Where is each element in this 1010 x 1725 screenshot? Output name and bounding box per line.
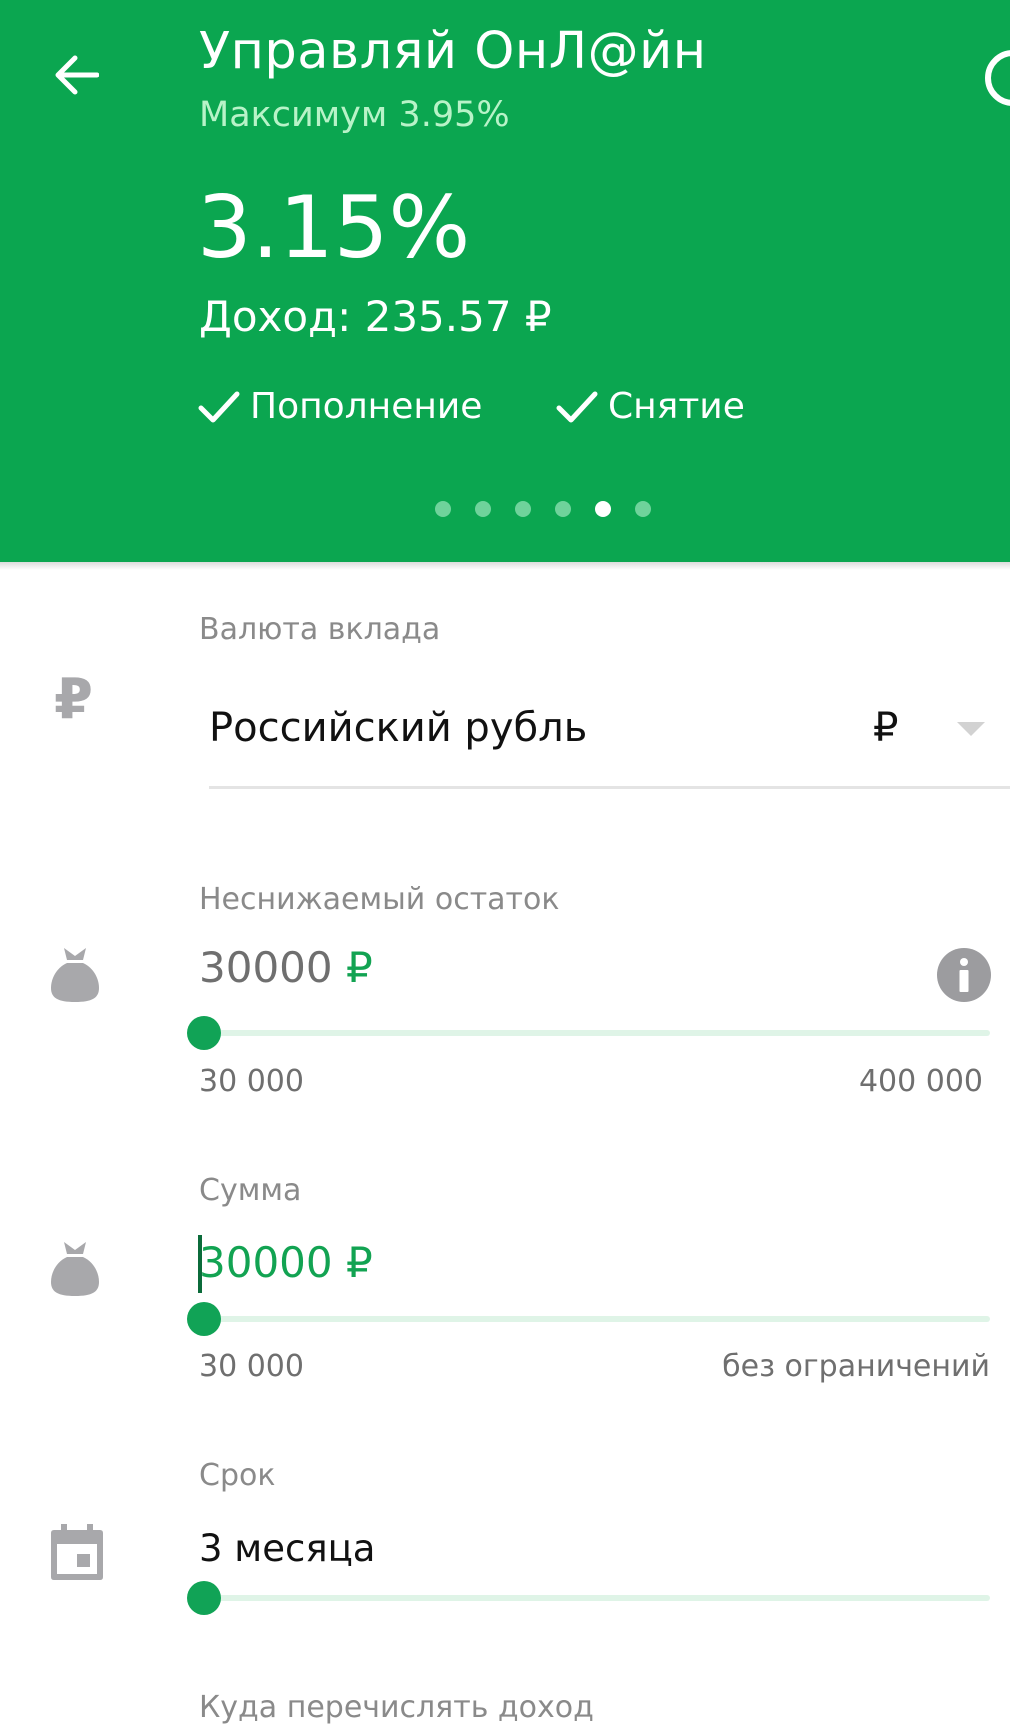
pager-dot[interactable]: [515, 501, 531, 517]
amount-label: Сумма: [199, 1173, 302, 1208]
term-label: Срок: [199, 1458, 276, 1493]
amount-max: без ограничений: [722, 1349, 990, 1384]
currency-selected-value: Российский рубль: [209, 705, 588, 751]
currency-label: Валюта вклада: [199, 612, 441, 647]
min-balance-min: 30 000: [199, 1064, 304, 1099]
max-rate-subtitle: Максимум 3.95%: [199, 95, 510, 135]
pager-dot[interactable]: [635, 501, 651, 517]
slider-thumb[interactable]: [187, 1302, 221, 1336]
money-bag-icon: [51, 1242, 99, 1296]
income-value: Доход: 235.57 ₽: [199, 292, 552, 341]
arrow-left-icon: [55, 55, 99, 95]
term-slider[interactable]: [187, 1576, 990, 1620]
pager-dot[interactable]: [435, 501, 451, 517]
info-button[interactable]: [937, 948, 991, 1002]
info-icon: [959, 958, 969, 992]
income-destination-label: Куда перечислять доход: [199, 1690, 594, 1725]
min-balance-slider[interactable]: [187, 1011, 990, 1055]
calendar-icon: [51, 1524, 103, 1580]
slider-track: [204, 1595, 990, 1601]
pager-dot[interactable]: [595, 501, 611, 517]
feature-label: Пополнение: [250, 386, 483, 427]
pager-dot[interactable]: [475, 501, 491, 517]
check-icon: [556, 391, 598, 422]
deposit-header: Управляй ОнЛ@йн Максимум 3.95% 3.15% Дох…: [0, 0, 1010, 562]
term-value: 3 месяца: [199, 1527, 376, 1570]
slider-track: [204, 1316, 990, 1322]
feature-replenishment: Пополнение: [198, 386, 482, 427]
pager-dot[interactable]: [555, 501, 571, 517]
min-balance-currency: ₽: [345, 943, 373, 992]
feature-label: Снятие: [608, 386, 745, 427]
header-shadow: [0, 562, 1010, 570]
min-balance-value[interactable]: 30000 ₽: [199, 943, 373, 992]
check-icon: [198, 391, 240, 422]
amount-slider[interactable]: [187, 1297, 990, 1341]
slider-thumb[interactable]: [187, 1016, 221, 1050]
slider-thumb[interactable]: [187, 1581, 221, 1615]
ruble-icon: ₽: [54, 667, 93, 732]
min-balance-label: Неснижаемый остаток: [199, 882, 560, 917]
currency-symbol: ₽: [873, 705, 899, 751]
amount-input[interactable]: 30000 ₽: [199, 1238, 373, 1287]
amount-min: 30 000: [199, 1349, 304, 1384]
back-button[interactable]: [46, 45, 106, 105]
text-cursor: [198, 1235, 202, 1293]
slider-track: [204, 1030, 990, 1036]
min-balance-max: 400 000: [858, 1064, 983, 1099]
deposit-title: Управляй ОнЛ@йн: [199, 22, 707, 81]
feature-withdrawal: Снятие: [556, 386, 745, 427]
amount-currency: ₽: [345, 1238, 373, 1287]
currency-select[interactable]: Российский рубль ₽: [209, 690, 1010, 789]
interest-rate: 3.15%: [197, 178, 471, 278]
money-bag-icon: [51, 948, 99, 1002]
dropdown-arrow-icon: [957, 722, 985, 736]
more-icon[interactable]: [985, 50, 1010, 106]
